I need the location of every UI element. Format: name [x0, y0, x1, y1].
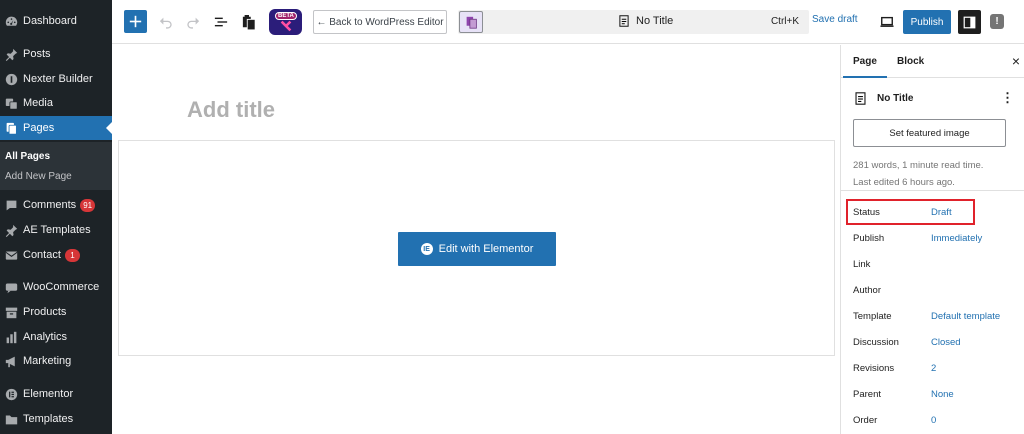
publish-button[interactable]: Publish — [903, 10, 951, 34]
publish-value-link[interactable]: Immediately — [931, 233, 982, 244]
sidebar-item-nexter-builder[interactable]: Nexter Builder — [0, 67, 112, 91]
template-value-link[interactable]: Default template — [931, 311, 1000, 322]
status-label: Status — [853, 207, 880, 218]
undo-icon — [159, 17, 172, 29]
nexter-beta-button[interactable]: BETA — [269, 9, 302, 35]
panel-divider — [841, 190, 1024, 191]
folder-icon — [4, 412, 18, 426]
sidebar-item-media[interactable]: Media — [0, 91, 112, 115]
link-label: Link — [853, 259, 871, 270]
sidebar-item-pages[interactable]: Pages — [0, 116, 112, 140]
command-shortcut: Ctrl+K — [770, 16, 799, 27]
order-label: Order — [853, 415, 878, 426]
mail-icon — [4, 248, 18, 262]
media-icon — [4, 96, 18, 110]
back-to-wordpress-editor-button[interactable]: ← Back to WordPress Editor — [313, 10, 447, 34]
tab-block[interactable]: Block — [897, 56, 924, 67]
pin-icon — [4, 47, 18, 61]
nexter-logo-icon — [280, 20, 291, 32]
megaphone-icon — [4, 354, 18, 368]
pages-icon — [4, 121, 18, 135]
set-featured-image-button[interactable]: Set featured image — [853, 119, 1006, 147]
clipboard-button[interactable] — [240, 12, 258, 32]
template-label: Template — [853, 311, 892, 322]
submenu-all-pages[interactable]: All Pages — [5, 151, 50, 162]
close-icon[interactable]: × — [1012, 53, 1020, 69]
pin-icon — [4, 223, 18, 237]
sidebar-panel-icon — [963, 16, 976, 28]
discussion-label: Discussion — [853, 337, 899, 348]
parent-value-link[interactable]: None — [931, 389, 954, 400]
editor-canvas: Add title IE Edit with Elementor — [112, 45, 840, 434]
sidebar-item-comments[interactable]: Comments 91 — [0, 193, 112, 217]
revisions-value-link[interactable]: 2 — [931, 363, 936, 374]
sidebar-item-contact[interactable]: Contact 1 — [0, 243, 112, 267]
beta-badge: BETA — [275, 12, 297, 20]
edit-with-elementor-button[interactable]: IE Edit with Elementor — [398, 232, 556, 266]
sidebar-item-elementor[interactable]: Elementor — [0, 382, 112, 406]
editor-toolbar: BETA ← Back to WordPress Editor No Title… — [112, 0, 1024, 44]
sidebar-item-templates[interactable]: Templates — [0, 407, 112, 431]
chart-icon — [4, 330, 18, 344]
woo-icon — [4, 280, 18, 294]
document-icon — [619, 15, 629, 27]
submenu-add-new-page[interactable]: Add New Page — [5, 171, 72, 182]
save-draft-button[interactable]: Save draft — [812, 14, 858, 25]
sidebar-item-woocommerce[interactable]: WooCommerce — [0, 275, 112, 299]
elementor-block: IE Edit with Elementor — [118, 140, 835, 356]
comments-count-badge: 91 — [80, 198, 96, 212]
command-palette-bar[interactable]: No Title Ctrl+K — [458, 10, 809, 34]
preview-button[interactable] — [878, 13, 896, 31]
publish-label: Publish — [853, 233, 885, 244]
options-alert-button[interactable]: ! — [990, 14, 1004, 29]
discussion-value-link[interactable]: Closed — [931, 337, 961, 348]
author-label: Author — [853, 285, 881, 296]
document-summary: No Title — [854, 92, 1022, 105]
sidebar-item-products[interactable]: Products — [0, 300, 112, 324]
archive-icon — [4, 305, 18, 319]
document-icon — [855, 92, 866, 105]
sidebar-item-ae-templates[interactable]: AE Templates — [0, 218, 112, 242]
document-overview-button[interactable] — [212, 13, 230, 31]
panel-tabs: Page Block × — [841, 45, 1024, 78]
admin-sidebar: Dashboard Posts Nexter Builder Media Pag… — [0, 0, 112, 434]
word-count-text: 281 words, 1 minute read time. — [853, 160, 984, 171]
status-value-link[interactable]: Draft — [931, 207, 952, 218]
undo-button[interactable] — [157, 13, 175, 31]
pages-submenu: All Pages Add New Page — [0, 142, 112, 190]
more-actions-icon[interactable]: ⋮ — [1001, 91, 1014, 104]
redo-button[interactable] — [184, 13, 202, 31]
sidebar-item-posts[interactable]: Posts — [0, 42, 112, 66]
dashboard-icon — [4, 14, 18, 28]
comments-icon — [4, 198, 18, 212]
sidebar-item-dashboard[interactable]: Dashboard — [0, 9, 112, 33]
plus-icon — [129, 15, 142, 28]
elementor-icon: IE — [420, 243, 433, 255]
desktop-icon — [880, 16, 894, 27]
nexter-icon — [4, 72, 18, 86]
add-block-button[interactable] — [124, 10, 147, 33]
sidebar-item-marketing[interactable]: Marketing — [0, 349, 112, 373]
settings-toggle-button[interactable] — [958, 10, 981, 34]
order-value-link[interactable]: 0 — [931, 415, 936, 426]
post-title-placeholder[interactable]: Add title — [187, 97, 275, 123]
elementor-icon — [4, 387, 18, 401]
document-title: No Title — [618, 15, 673, 27]
settings-panel: Page Block × No Title ⋮ Set featured ima… — [840, 45, 1024, 434]
redo-icon — [187, 17, 200, 29]
last-edited-text: Last edited 6 hours ago. — [853, 177, 955, 188]
sidebar-item-analytics[interactable]: Analytics — [0, 325, 112, 349]
list-view-icon — [214, 17, 228, 27]
pages-template-icon[interactable] — [459, 11, 483, 33]
clipboard-icon — [242, 15, 256, 30]
tab-page[interactable]: Page — [843, 56, 887, 78]
contact-count-badge: 1 — [64, 248, 80, 262]
revisions-label: Revisions — [853, 363, 895, 374]
parent-label: Parent — [853, 389, 881, 400]
